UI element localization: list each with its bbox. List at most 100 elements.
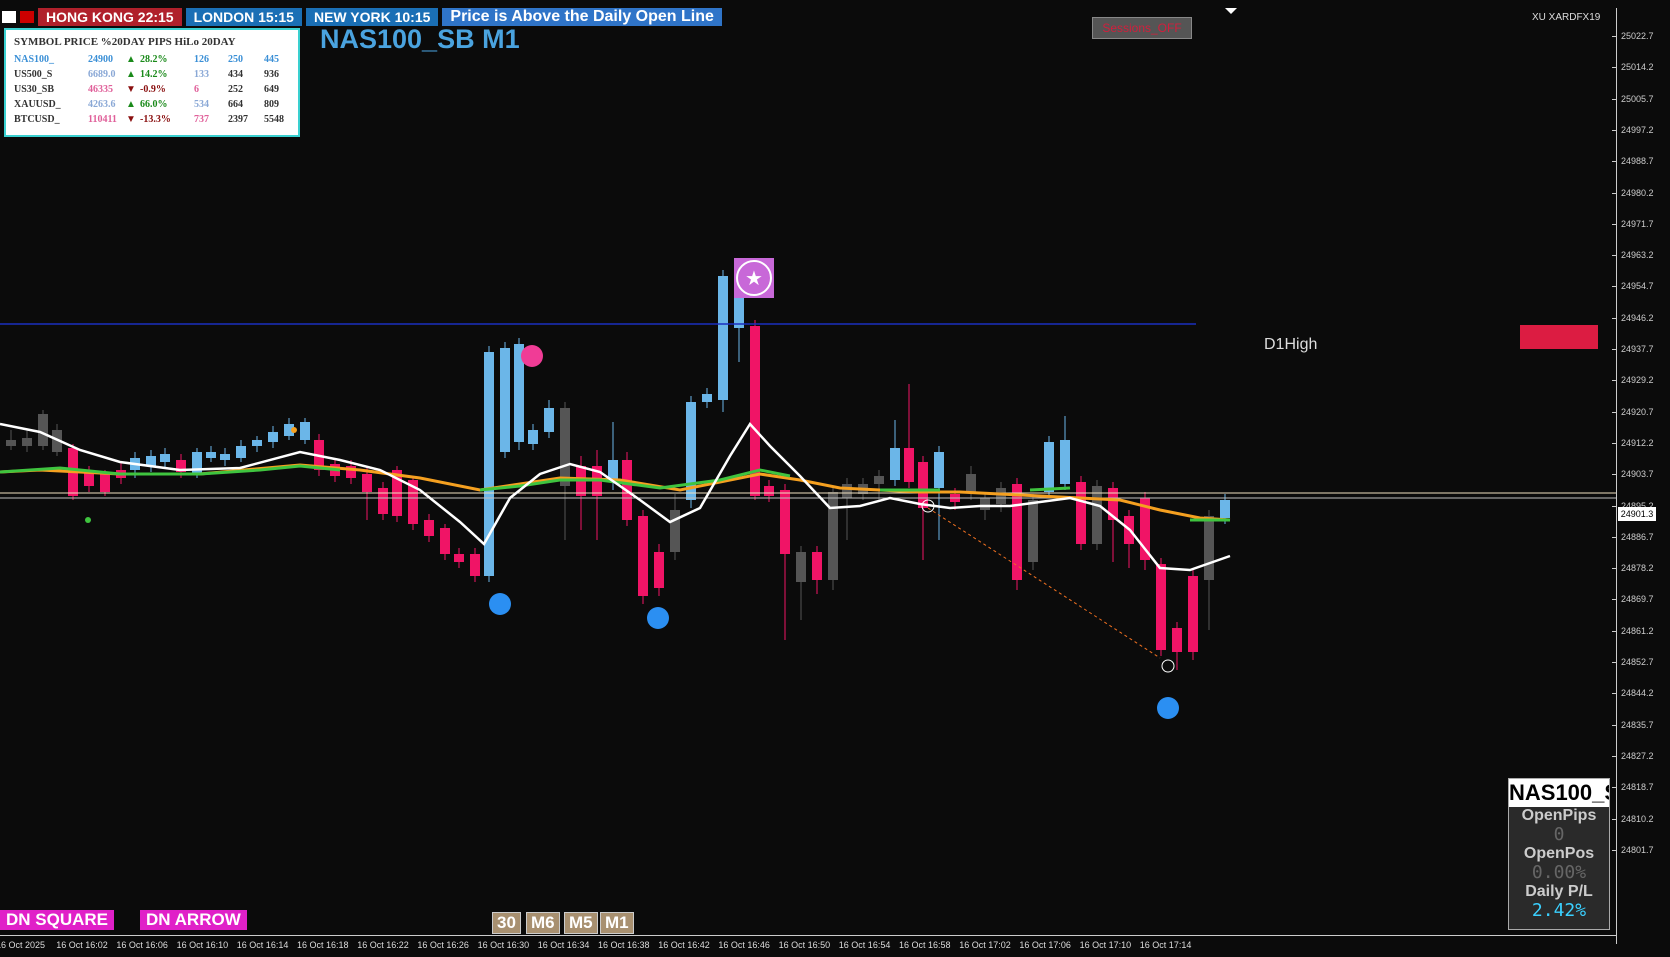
time-tick-label: 16 Oct 16:06 <box>116 940 168 950</box>
price-tick-mark <box>1612 67 1617 69</box>
price-tick-label: 24869.7 <box>1621 594 1654 605</box>
price-chart[interactable]: ★ <box>0 0 1616 935</box>
candle-body <box>842 484 852 498</box>
candle-body <box>268 432 278 442</box>
candle-body <box>470 554 480 576</box>
candle-body <box>100 474 110 492</box>
time-tick-label: 16 Oct 2025 <box>0 940 46 950</box>
price-tick-label: 24912.2 <box>1621 437 1654 448</box>
candle-body <box>670 510 680 552</box>
price-tick-mark <box>1612 599 1617 601</box>
price-tick-mark <box>1612 161 1617 163</box>
time-tick-label: 16 Oct 16:50 <box>778 940 831 950</box>
time-tick-label: 16 Oct 16:10 <box>176 940 229 950</box>
candle-body <box>890 448 900 480</box>
candle-body <box>454 554 464 562</box>
candle-body <box>22 438 32 446</box>
current-price-label: 24901.3 <box>1618 507 1656 521</box>
candle-body <box>236 446 246 458</box>
ma-trend-line-1 <box>0 464 341 476</box>
candle-body <box>764 486 774 496</box>
candle-body <box>440 528 450 554</box>
time-tick-label: 16 Oct 16:02 <box>56 940 108 950</box>
time-tick-label: 16 Oct 16:34 <box>537 940 590 950</box>
dn-square-button[interactable]: DN SQUARE <box>0 910 115 930</box>
candle-body <box>1044 442 1054 492</box>
time-tick-label: 16 Oct 17:06 <box>1019 940 1071 950</box>
candle-body <box>6 440 16 446</box>
ma-trend-line-4 <box>1029 486 1071 492</box>
candle-body <box>980 498 990 510</box>
candle-body <box>638 516 648 596</box>
timeframe-m6-button[interactable]: M6 <box>526 912 560 934</box>
daily-pl-label: Daily P/L <box>1525 883 1593 900</box>
price-tick-label: 24929.2 <box>1621 375 1654 386</box>
price-tick-mark <box>1612 849 1617 851</box>
price-tick-mark <box>1612 818 1617 820</box>
candle-body <box>1204 516 1214 580</box>
price-tick-label: 24827.2 <box>1621 750 1654 761</box>
dn-arrow-button[interactable]: DN ARROW <box>140 910 247 930</box>
candle-body <box>560 408 570 486</box>
time-tick-label: 16 Oct 16:22 <box>357 940 409 950</box>
buy-signal-dot <box>1157 697 1179 719</box>
candle-body <box>378 488 388 514</box>
time-tick-label: 16 Oct 17:02 <box>959 940 1011 950</box>
timeframe-30-button[interactable]: 30 <box>492 912 521 934</box>
price-tick-mark <box>1612 129 1617 131</box>
candle-body <box>362 474 372 492</box>
price-tick-label: 24878.2 <box>1621 563 1654 574</box>
candle-body <box>160 454 170 462</box>
price-tick-mark <box>1612 442 1617 444</box>
timeframe-m5-button[interactable]: M5 <box>564 912 598 934</box>
price-tick-mark <box>1612 349 1617 350</box>
small-signal-dot <box>85 517 91 523</box>
price-tick-label: 24920.7 <box>1621 406 1654 417</box>
candle-body <box>38 414 48 446</box>
candle-body <box>1220 500 1230 518</box>
candle-body <box>780 490 790 554</box>
price-tick-label: 24971.7 <box>1621 218 1654 229</box>
price-tick-label: 24997.2 <box>1621 124 1654 135</box>
price-tick-mark <box>1612 474 1617 476</box>
daily-pl-value: 2.42% <box>1531 900 1587 921</box>
buy-signal-dot <box>647 607 669 629</box>
stats-panel: NAS100_S OpenPips 0 OpenPos 0.00% Daily … <box>1508 778 1610 930</box>
price-tick-mark <box>1612 662 1617 663</box>
time-tick-label: 16 Oct 16:18 <box>297 940 349 950</box>
price-tick-label: 24946.2 <box>1621 312 1654 323</box>
price-tick-mark <box>1612 223 1617 225</box>
sell-signal-dot <box>521 345 543 367</box>
candle-body <box>1172 628 1182 652</box>
price-tick-label: 24810.2 <box>1621 813 1654 824</box>
price-tick-label: 24852.7 <box>1621 657 1654 667</box>
time-tick-label: 16 Oct 16:42 <box>658 940 710 950</box>
candle-body <box>796 552 806 582</box>
alert-box <box>1520 325 1598 349</box>
candle-body <box>718 276 728 400</box>
price-tick-label: 24801.7 <box>1621 844 1654 855</box>
price-tick-mark <box>1612 98 1617 100</box>
open-pips-label: OpenPips <box>1521 807 1597 824</box>
price-tick-label: 24844.2 <box>1621 688 1654 699</box>
candle-body <box>206 452 216 458</box>
candle-body <box>1076 482 1086 544</box>
d1high-label: D1High <box>1264 336 1318 353</box>
candle-body <box>220 454 230 460</box>
price-tick-label: 24835.7 <box>1621 719 1654 730</box>
candle-body <box>1156 564 1166 650</box>
candle-body <box>874 476 884 484</box>
time-tick-label: 16 Oct 16:38 <box>598 940 650 950</box>
timeframe-m1-button[interactable]: M1 <box>600 912 634 934</box>
price-tick-label: 24903.7 <box>1621 469 1654 480</box>
time-tick-label: 16 Oct 16:58 <box>899 940 951 950</box>
price-tick-label: 24980.2 <box>1621 187 1654 198</box>
time-tick-label: 16 Oct 16:26 <box>417 940 469 950</box>
candle-body <box>1060 440 1070 484</box>
price-tick-label: 25022.7 <box>1621 31 1654 41</box>
candle-body <box>500 348 510 452</box>
time-tick-label: 16 Oct 16:54 <box>838 940 891 950</box>
price-tick-mark <box>1612 317 1617 319</box>
price-tick-mark <box>1612 505 1617 507</box>
price-tick-label: 24861.2 <box>1621 625 1654 636</box>
